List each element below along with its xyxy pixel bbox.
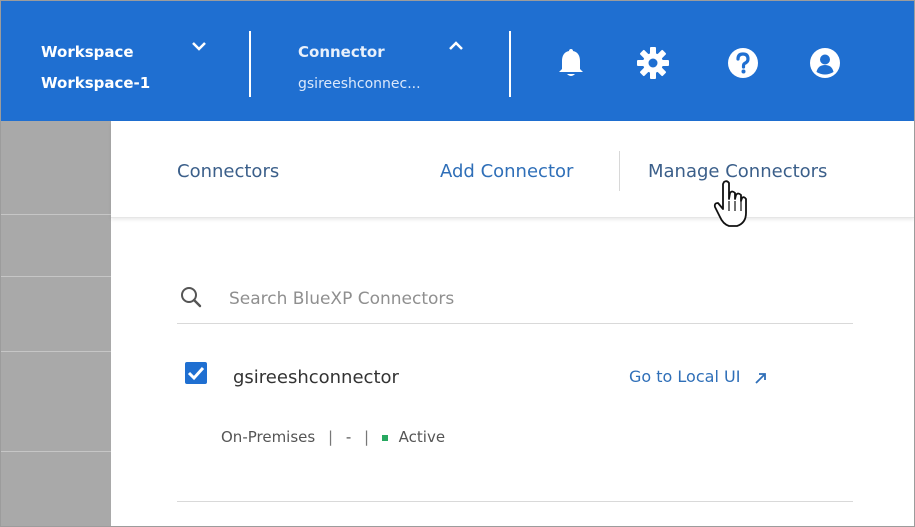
top-header: Workspace Workspace-1 Connector gsireesh…	[1, 1, 914, 121]
help-icon[interactable]	[727, 47, 759, 79]
header-divider	[249, 31, 251, 97]
bell-icon[interactable]	[556, 47, 586, 79]
sidebar-divider	[1, 351, 111, 352]
tab-divider	[619, 151, 620, 191]
sidebar-divider	[1, 214, 111, 215]
connector-provider: -	[345, 428, 352, 446]
tab-connectors[interactable]: Connectors	[177, 161, 279, 182]
connector-checkbox[interactable]	[185, 362, 207, 384]
sidebar-divider	[1, 451, 111, 452]
header-divider	[509, 31, 511, 97]
go-to-local-ui-link[interactable]: Go to Local UI	[629, 367, 768, 386]
connector-value: gsireeshconnec...	[298, 76, 421, 92]
search-box	[177, 283, 853, 324]
separator: |	[328, 428, 334, 446]
external-link-icon	[754, 372, 766, 384]
search-input[interactable]	[227, 283, 791, 315]
workspace-value: Workspace-1	[41, 74, 151, 92]
connector-label: Connector	[298, 43, 385, 61]
chevron-up-icon	[449, 41, 463, 50]
gear-icon[interactable]	[636, 46, 670, 80]
status-indicator-icon	[381, 434, 388, 441]
user-icon[interactable]	[809, 47, 841, 79]
sidebar-divider	[1, 276, 111, 277]
go-to-local-ui-label: Go to Local UI	[629, 367, 741, 386]
separator: |	[364, 428, 370, 446]
workspace-label: Workspace	[41, 43, 134, 61]
app-frame: Workspace Workspace-1 Connector gsireesh…	[0, 0, 915, 527]
connector-location: On-Premises	[221, 428, 316, 446]
workspace-selector[interactable]: Workspace Workspace-1	[1, 1, 241, 121]
add-connector-button[interactable]: Add Connector	[440, 161, 573, 182]
checkmark-icon	[187, 366, 205, 381]
connector-details: On-Premises | - | Active	[221, 428, 445, 446]
connector-status: Active	[398, 428, 446, 446]
hand-cursor-icon	[713, 180, 747, 227]
search-icon	[181, 287, 202, 308]
connector-name: gsireeshconnector	[233, 367, 399, 388]
panel-tabs: Connectors Add Connector Manage Connecto…	[111, 121, 914, 218]
chevron-down-icon	[192, 42, 206, 51]
connectors-panel: Connectors Add Connector Manage Connecto…	[111, 121, 914, 526]
connector-selector[interactable]: Connector gsireeshconnec...	[256, 1, 506, 121]
left-sidebar	[1, 121, 111, 526]
list-divider	[177, 501, 853, 502]
